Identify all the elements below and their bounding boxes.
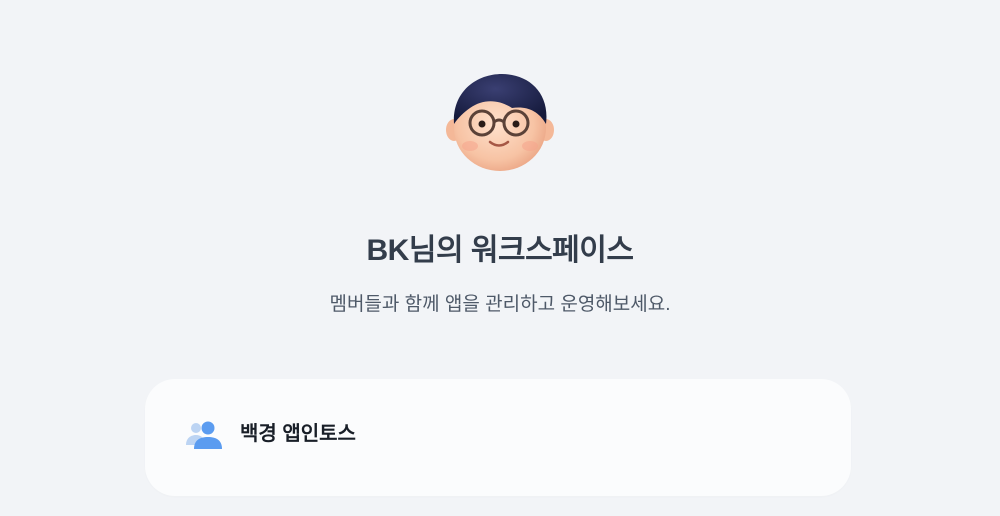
workspace-card[interactable]: 백경 앱인토스 [145,379,851,496]
workspace-name: 백경 앱인토스 [240,423,356,445]
page-title: BK님의 워크스페이스 [366,234,634,267]
avatar-glasses-boy-icon [446,74,554,171]
workspace-page: BK님의 워크스페이스 멤버들과 함께 앱을 관리하고 운영해보세요. 백경 앱… [0,0,1000,516]
page-subtitle: 멤버들과 함께 앱을 관리하고 운영해보세요. [329,294,671,315]
people-icon [186,421,222,449]
